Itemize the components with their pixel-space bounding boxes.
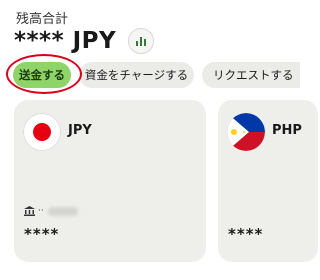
card-amount: ****	[24, 225, 60, 243]
bar-chart-icon	[136, 37, 147, 46]
chart-button[interactable]	[128, 28, 155, 54]
account-line: ··	[24, 206, 78, 216]
account-prefix: ··	[38, 206, 44, 216]
currency-card-jpy[interactable]: JPY ·· ****	[14, 100, 206, 262]
request-button[interactable]: リクエストする	[202, 62, 300, 88]
balance-label: 残高合計	[16, 12, 69, 27]
send-money-button[interactable]: 送金する	[13, 62, 71, 88]
add-funds-button[interactable]: 資金をチャージする	[79, 62, 194, 88]
bank-icon	[24, 206, 35, 216]
card-amount: ****	[228, 225, 264, 243]
action-row: 送金する 資金をチャージする リクエストする	[0, 60, 300, 90]
currency-code: PHP	[272, 123, 302, 138]
currency-code: JPY	[68, 123, 92, 138]
balance-row: **** JPY	[14, 28, 155, 54]
masked-account-number	[47, 206, 78, 216]
japan-flag-icon	[23, 113, 61, 151]
balance-amount: **** JPY	[14, 28, 117, 54]
currency-card-php[interactable]: PHP ****	[218, 100, 318, 262]
philippines-flag-icon	[227, 113, 265, 151]
